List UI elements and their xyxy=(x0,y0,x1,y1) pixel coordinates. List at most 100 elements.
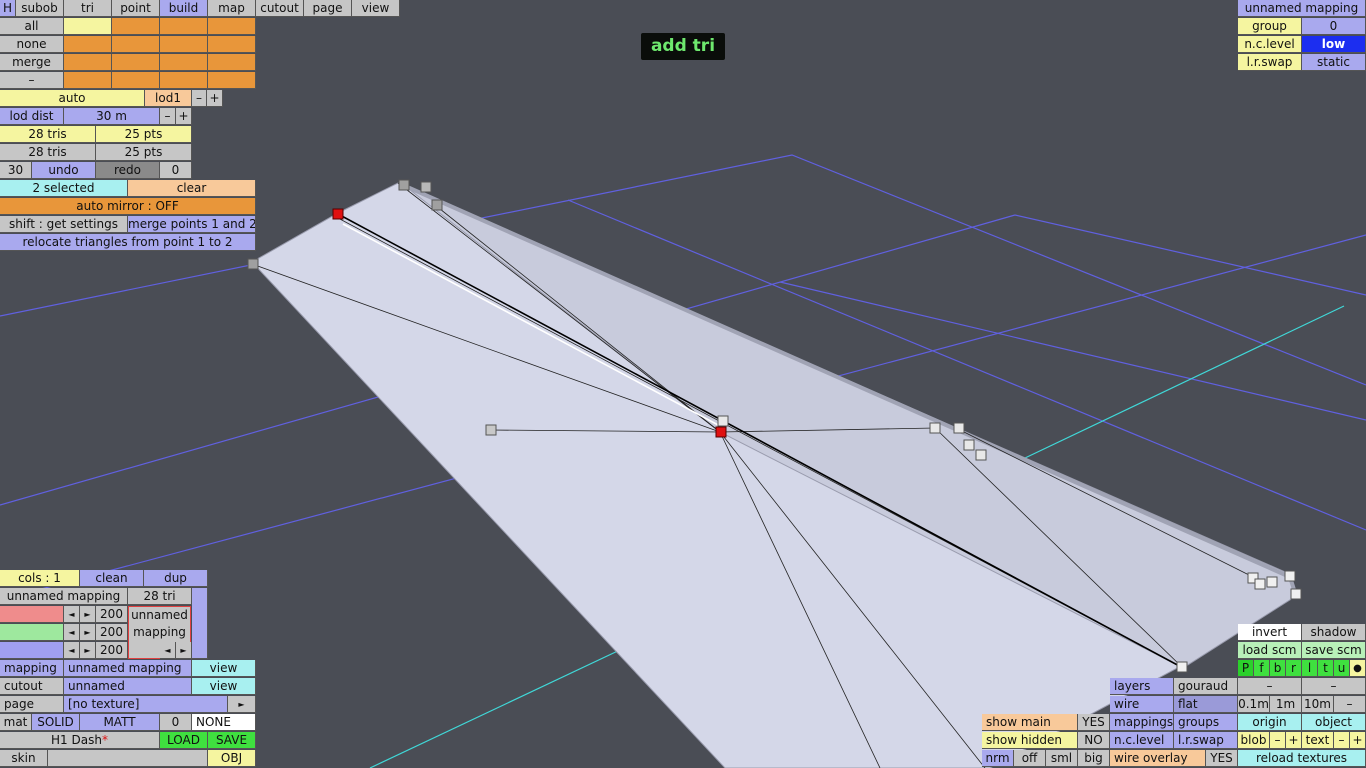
flag-u-toggle[interactable]: u xyxy=(1334,660,1350,677)
group-cell[interactable] xyxy=(112,54,160,71)
lod-dist-value[interactable]: 30 m xyxy=(64,108,160,125)
shadow-button[interactable]: shadow xyxy=(1302,624,1366,641)
load-button[interactable]: LOAD xyxy=(160,732,208,749)
obj-button[interactable]: OBJ xyxy=(208,750,256,767)
gouraud-button[interactable]: gouraud xyxy=(1174,678,1238,695)
merge-button[interactable]: merge xyxy=(0,54,64,71)
blob-plus-button[interactable]: + xyxy=(1286,732,1302,749)
wire-button[interactable]: wire xyxy=(1110,696,1174,713)
green-decrease-button[interactable]: ◄ xyxy=(64,624,80,641)
red-increase-button[interactable]: ► xyxy=(80,606,96,623)
group-cell[interactable] xyxy=(112,18,160,35)
group-cell[interactable] xyxy=(160,18,208,35)
flag-dot-toggle[interactable]: ● xyxy=(1350,660,1366,677)
preview-next-button[interactable]: ► xyxy=(176,642,192,659)
origin-button[interactable]: origin xyxy=(1238,714,1302,731)
flag-r-toggle[interactable]: r xyxy=(1286,660,1302,677)
mappings-button[interactable]: mappings xyxy=(1110,714,1174,731)
group-cell[interactable] xyxy=(112,36,160,53)
blue-increase-button[interactable]: ► xyxy=(80,642,96,659)
step-0-1m-button[interactable]: 0.1m xyxy=(1238,696,1270,713)
lr-swap-value[interactable]: static xyxy=(1302,54,1366,71)
clear-selection-button[interactable]: clear xyxy=(128,180,256,197)
normals-big-button[interactable]: big xyxy=(1078,750,1110,767)
redo-button[interactable]: redo xyxy=(96,162,160,179)
page-value[interactable]: [no texture] xyxy=(64,696,228,713)
invert-button[interactable]: invert xyxy=(1238,624,1302,641)
page-next-button[interactable]: ► xyxy=(228,696,256,713)
cutout-value[interactable]: unnamed xyxy=(64,678,192,695)
text-plus-button[interactable]: + xyxy=(1350,732,1366,749)
flat-button[interactable]: flat xyxy=(1174,696,1238,713)
dash-button-1[interactable]: – xyxy=(1238,678,1302,695)
normals-nrm-button[interactable]: nrm xyxy=(982,750,1014,767)
select-all-button[interactable]: all xyxy=(0,18,64,35)
reload-textures-button[interactable]: reload textures xyxy=(1238,750,1366,767)
red-decrease-button[interactable]: ◄ xyxy=(64,606,80,623)
menu-h[interactable]: H xyxy=(0,0,16,17)
mapping-view-button[interactable]: view xyxy=(192,660,256,677)
flag-t-toggle[interactable]: t xyxy=(1318,660,1334,677)
group-cell[interactable] xyxy=(208,54,256,71)
normals-off-button[interactable]: off xyxy=(1014,750,1046,767)
blue-slider[interactable] xyxy=(0,642,64,659)
lr-swap-view-button[interactable]: l.r.swap xyxy=(1174,732,1238,749)
group-cell[interactable] xyxy=(208,36,256,53)
group-cell[interactable] xyxy=(160,72,208,89)
lod-dist-plus-button[interactable]: + xyxy=(176,108,192,125)
green-slider[interactable] xyxy=(0,624,64,641)
normals-sml-button[interactable]: sml xyxy=(1046,750,1078,767)
clean-button[interactable]: clean xyxy=(80,570,144,587)
group-cell[interactable] xyxy=(64,54,112,71)
group-value[interactable]: 0 xyxy=(1302,18,1366,35)
menu-subob[interactable]: subob xyxy=(16,0,64,17)
show-main-toggle[interactable]: YES xyxy=(1078,714,1110,731)
blue-decrease-button[interactable]: ◄ xyxy=(64,642,80,659)
menu-map[interactable]: map xyxy=(208,0,256,17)
group-cell[interactable] xyxy=(64,72,112,89)
lod-minus-button[interactable]: – xyxy=(192,90,207,107)
lod-dist-minus-button[interactable]: – xyxy=(160,108,176,125)
step-10m-button[interactable]: 10m xyxy=(1302,696,1334,713)
group-cell[interactable] xyxy=(64,18,112,35)
undo-button[interactable]: undo xyxy=(32,162,96,179)
mat-number[interactable]: 0 xyxy=(160,714,192,731)
cols-count[interactable]: cols : 1 xyxy=(0,570,80,587)
groups-button[interactable]: groups xyxy=(1174,714,1238,731)
mapping-value[interactable]: unnamed mapping xyxy=(64,660,192,677)
menu-cutout[interactable]: cutout xyxy=(256,0,304,17)
select-none-button[interactable]: none xyxy=(0,36,64,53)
mapping-name[interactable]: unnamed mapping xyxy=(1238,0,1366,17)
cutout-view-button[interactable]: view xyxy=(192,678,256,695)
group-cell[interactable] xyxy=(112,72,160,89)
flag-f-toggle[interactable]: f xyxy=(1254,660,1270,677)
group-cell[interactable] xyxy=(208,72,256,89)
load-scm-button[interactable]: load scm xyxy=(1238,642,1302,659)
mat-solid-button[interactable]: SOLID xyxy=(32,714,80,731)
flag-b-toggle[interactable]: b xyxy=(1270,660,1286,677)
group-cell[interactable] xyxy=(160,36,208,53)
menu-view[interactable]: view xyxy=(352,0,400,17)
auto-mirror-toggle[interactable]: auto mirror : OFF xyxy=(0,198,256,215)
preview-prev-button[interactable]: ◄ xyxy=(160,642,176,659)
flag-p-toggle[interactable]: P xyxy=(1238,660,1254,677)
layers-button[interactable]: layers xyxy=(1110,678,1174,695)
menu-point[interactable]: point xyxy=(112,0,160,17)
mat-matt-button[interactable]: MATT xyxy=(80,714,160,731)
lod-level-button[interactable]: lod1 xyxy=(145,90,192,107)
remove-button[interactable]: – xyxy=(0,72,64,89)
dup-button[interactable]: dup xyxy=(144,570,208,587)
menu-page[interactable]: page xyxy=(304,0,352,17)
menu-tri[interactable]: tri xyxy=(64,0,112,17)
skin-button[interactable]: skin xyxy=(0,750,48,767)
group-cell[interactable] xyxy=(208,18,256,35)
flag-l-toggle[interactable]: l xyxy=(1302,660,1318,677)
menu-build[interactable]: build xyxy=(160,0,208,17)
mat-none-field[interactable]: NONE xyxy=(192,714,256,731)
nc-level-view-button[interactable]: n.c.level xyxy=(1110,732,1174,749)
colors-scrollbar[interactable] xyxy=(192,588,208,659)
group-cell[interactable] xyxy=(160,54,208,71)
green-increase-button[interactable]: ► xyxy=(80,624,96,641)
relocate-triangles-button[interactable]: relocate triangles from point 1 to 2 xyxy=(0,234,256,251)
text-minus-button[interactable]: – xyxy=(1334,732,1350,749)
